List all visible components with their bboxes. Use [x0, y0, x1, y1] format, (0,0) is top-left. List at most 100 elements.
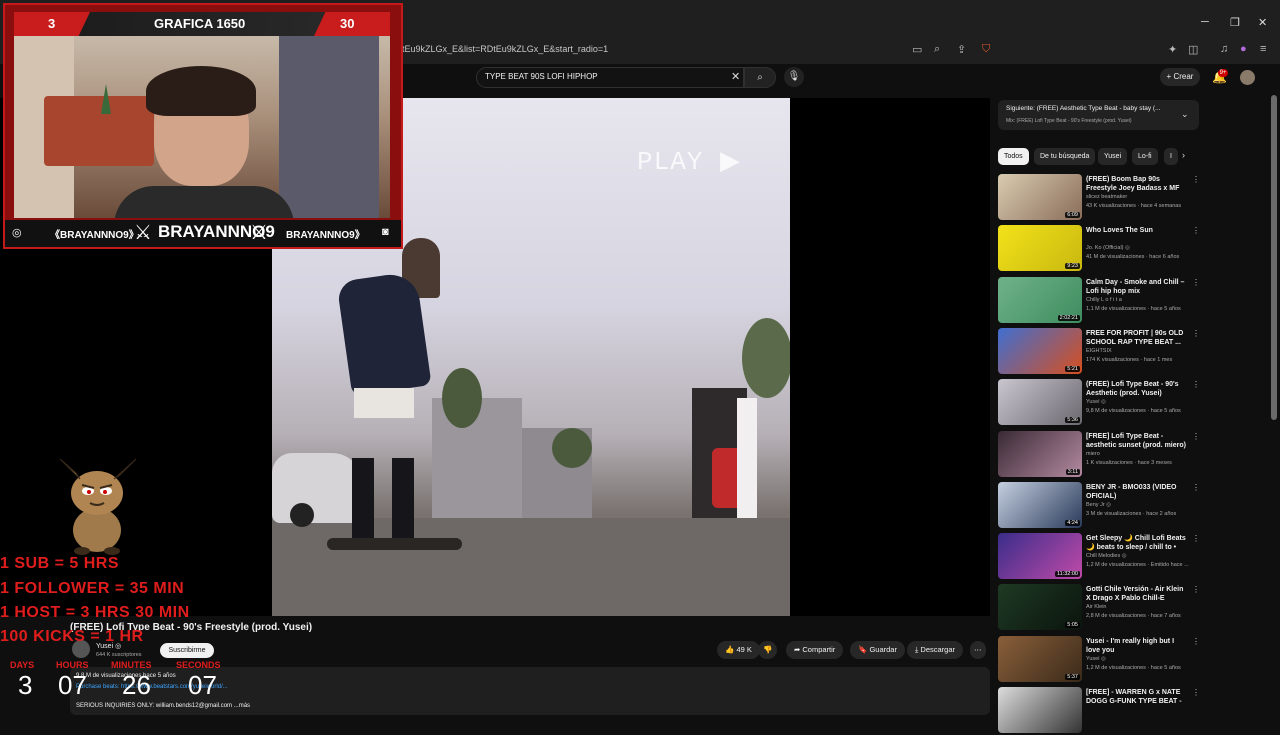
recommendation-title[interactable]: (FREE) Boom Bap 90s Freestyle Joey Badas…: [1086, 175, 1188, 193]
recommendation-item[interactable]: 11:32:00 Get Sleepy 🌙 Chill Lofi Beats 🌙 …: [998, 533, 1200, 581]
kebab-menu-icon[interactable]: ⋮: [1192, 226, 1200, 235]
search-button[interactable]: ⌕: [744, 67, 776, 88]
like-button[interactable]: 👍 49 K: [717, 641, 760, 659]
kebab-menu-icon[interactable]: ⋮: [1192, 380, 1200, 389]
kebab-menu-icon[interactable]: ⋮: [1192, 585, 1200, 594]
cast-icon[interactable]: ▭: [912, 43, 922, 56]
more-actions-button[interactable]: ⋯: [970, 641, 986, 659]
video-thumbnail[interactable]: 6:09: [998, 174, 1082, 220]
chevron-right-icon[interactable]: ›: [1182, 150, 1185, 160]
chip-yusei[interactable]: Yusei: [1098, 148, 1128, 165]
rule-kicks: 100 KICKS = 1 HR: [0, 628, 144, 645]
recommendation-title[interactable]: (FREE) Lofi Type Beat - 90's Aesthetic (…: [1086, 380, 1188, 398]
url-text[interactable]: tEu9kZLGx_E&list=RDtEu9kZLGx_E&start_rad…: [402, 44, 608, 54]
share-page-icon[interactable]: ⇪: [957, 43, 966, 56]
leo-icon[interactable]: ●: [1240, 43, 1247, 55]
recommendation-item[interactable]: [FREE] - WARREN G x NATE DOGG G-FUNK TYP…: [998, 687, 1200, 735]
recommendation-title[interactable]: BENY JR - BMO033 (VIDEO OFICIAL): [1086, 483, 1188, 501]
video-thumbnail[interactable]: 5:05: [998, 584, 1082, 631]
recommendation-channel[interactable]: Yusei ◎: [1086, 399, 1106, 405]
recommendation-channel[interactable]: miero: [1086, 451, 1100, 457]
search-query[interactable]: TYPE BEAT 90S LOFI HIPHOP: [485, 72, 598, 81]
video-thumbnail[interactable]: 3:11: [998, 430, 1082, 477]
kebab-menu-icon[interactable]: ⋮: [1192, 534, 1200, 543]
recommendation-item[interactable]: 4:24 BENY JR - BMO033 (VIDEO OFICIAL) Beny…: [998, 481, 1200, 530]
share-button[interactable]: ➦ Compartir: [786, 641, 844, 659]
kebab-menu-icon[interactable]: ⋮: [1192, 329, 1200, 338]
chevron-down-icon[interactable]: ⌄: [1181, 109, 1189, 120]
video-thumbnail[interactable]: [998, 687, 1082, 733]
recommendation-channel[interactable]: slicez beatmaker: [1086, 194, 1127, 200]
recommendation-title[interactable]: FREE FOR PROFIT | 90s OLD SCHOOL RAP TYP…: [1086, 329, 1188, 347]
video-thumbnail[interactable]: 5:21: [998, 327, 1082, 374]
recommendation-channel[interactable]: Air Klein: [1086, 604, 1106, 610]
extensions-icon[interactable]: ✦: [1168, 43, 1177, 56]
brave-shield-icon[interactable]: ⛉: [982, 43, 990, 56]
kebab-menu-icon[interactable]: ⋮: [1192, 483, 1200, 492]
sidebar-icon[interactable]: ◫: [1188, 43, 1198, 56]
recommendation-title[interactable]: Gotti Chile Versión - Air Klein X Drago …: [1086, 585, 1188, 603]
maximize-icon[interactable]: ❐: [1230, 16, 1240, 29]
kebab-menu-icon[interactable]: ⋮: [1192, 688, 1200, 697]
account-avatar[interactable]: [1240, 70, 1255, 85]
video-thumbnail[interactable]: 2:02:21: [998, 276, 1082, 323]
recommendation-title[interactable]: Who Loves The Sun: [1086, 226, 1188, 235]
skater-sock-left: [352, 458, 374, 538]
chip-more[interactable]: I: [1164, 148, 1178, 165]
create-button[interactable]: + Crear: [1160, 68, 1200, 86]
recommendation-meta: 2,8 M de visualizaciones · hace 7 años: [1086, 613, 1181, 620]
recommendation-item[interactable]: 5:36 (FREE) Lofi Type Beat - 90's Aesthet…: [998, 379, 1200, 427]
menu-icon[interactable]: ≡: [1260, 43, 1266, 55]
voice-search-button[interactable]: 🎙: [784, 67, 804, 87]
skateboard: [327, 538, 462, 550]
thumbs-up-icon: 👍: [725, 645, 737, 654]
minimize-icon[interactable]: ─: [1201, 16, 1209, 28]
recommendation-meta: 174 K visualizaciones · hace 1 mes: [1086, 356, 1173, 363]
video-thumbnail[interactable]: 5:37: [998, 635, 1082, 682]
recommendation-item[interactable]: 5:21 FREE FOR PROFIT | 90s OLD SCHOOL RAP…: [998, 327, 1200, 376]
recommendation-channel[interactable]: Jo. Ko (Official) ◎: [1086, 245, 1130, 251]
zoom-icon[interactable]: ⌕: [934, 43, 940, 56]
recommendation-title[interactable]: Get Sleepy 🌙 Chill Lofi Beats 🌙 beats to…: [1086, 534, 1188, 552]
clear-search-icon[interactable]: ✕: [731, 70, 740, 83]
recommendation-item[interactable]: 5:05 Gotti Chile Versión - Air Klein X Dr…: [998, 584, 1200, 632]
dislike-button[interactable]: 👎: [758, 641, 778, 659]
music-icon[interactable]: ♫: [1220, 43, 1228, 55]
recommendation-channel[interactable]: Chilly L o f i t a: [1086, 297, 1122, 303]
scrollbar[interactable]: [1271, 95, 1277, 420]
kebab-menu-icon[interactable]: ⋮: [1192, 175, 1200, 184]
chip-lofi[interactable]: Lo-fi: [1132, 148, 1158, 165]
recommendation-item[interactable]: 9:23 Who Loves The Sun Jo. Ko (Official) ◎…: [998, 225, 1200, 273]
description-contact[interactable]: SERIOUS INQUIRIES ONLY: william.bends12@…: [76, 703, 250, 709]
create-label: Crear: [1173, 72, 1194, 81]
save-button[interactable]: 🔖 Guardar: [850, 641, 905, 659]
recommendation-channel[interactable]: EIGHTSIX: [1086, 348, 1112, 354]
recommendation-item[interactable]: 3:11 [FREE] Lofi Type Beat -aesthetic sun…: [998, 430, 1200, 479]
kebab-menu-icon[interactable]: ⋮: [1192, 637, 1200, 646]
recommendation-title[interactable]: Yusei - I'm really high but I love you: [1086, 637, 1188, 655]
video-thumbnail[interactable]: 4:24: [998, 481, 1082, 528]
video-thumbnail[interactable]: 11:32:00: [998, 533, 1082, 580]
recommendation-item[interactable]: 2:02:21 Calm Day - Smoke and Chill – Lofi…: [998, 276, 1200, 325]
video-thumbnail[interactable]: 9:23: [998, 225, 1082, 272]
duration-badge: 11:32:00: [1054, 571, 1080, 578]
kebab-menu-icon[interactable]: ⋮: [1192, 432, 1200, 441]
chip-from-search[interactable]: De tu búsqueda: [1034, 148, 1096, 165]
car-wheel: [290, 503, 314, 527]
recommendation-channel[interactable]: Beny Jr ◎: [1086, 502, 1111, 508]
close-window-icon[interactable]: ✕: [1258, 16, 1267, 29]
download-button[interactable]: ⤓ Descargar: [907, 641, 964, 659]
recommendation-channel[interactable]: Chill Melodies ◎: [1086, 553, 1127, 559]
recommendation-item[interactable]: 5:37 Yusei - I'm really high but I love y…: [998, 635, 1200, 684]
timer-seconds: 07: [188, 670, 217, 700]
kebab-menu-icon[interactable]: ⋮: [1192, 278, 1200, 287]
chip-all[interactable]: Todos: [998, 148, 1029, 165]
video-thumbnail[interactable]: 5:36: [998, 379, 1082, 426]
recommendation-title[interactable]: [FREE] Lofi Type Beat -aesthetic sunset …: [1086, 432, 1188, 450]
recommendation-channel[interactable]: Yusei ◎: [1086, 656, 1106, 662]
recommendation-title[interactable]: Calm Day - Smoke and Chill – Lofi hip ho…: [1086, 278, 1188, 296]
recommendation-item[interactable]: 6:09 (FREE) Boom Bap 90s Freestyle Joey B…: [998, 174, 1200, 222]
tree: [742, 318, 790, 398]
subscribe-button[interactable]: Suscribirme: [160, 643, 214, 658]
recommendation-title[interactable]: [FREE] - WARREN G x NATE DOGG G-FUNK TYP…: [1086, 688, 1188, 706]
